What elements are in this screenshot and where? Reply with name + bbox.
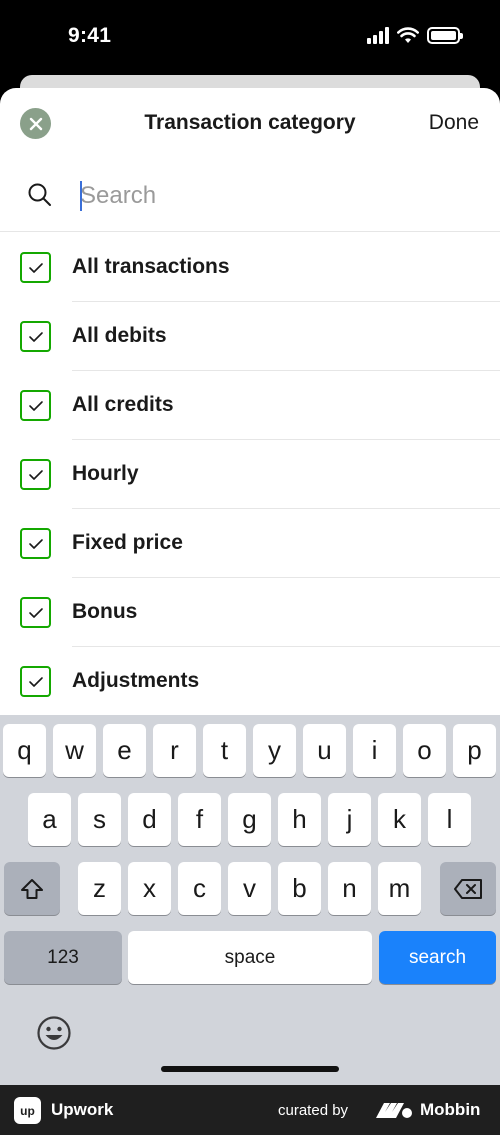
status-bar: 9:41 [0,0,500,75]
sheet-header: Transaction category Done [0,88,500,160]
category-label: All debits [72,324,167,347]
checkmark-icon [28,676,43,687]
key-x[interactable]: x [128,862,171,915]
key-r[interactable]: r [153,724,196,777]
key-u[interactable]: u [303,724,346,777]
checkmark-icon [28,607,43,618]
keyboard: 123 space search qwertyuiop asdfghjkl zxcv… [0,715,500,1085]
key-w[interactable]: w [53,724,96,777]
key-z[interactable]: z [78,862,121,915]
category-label: Hourly [72,462,139,485]
key-a[interactable]: a [28,793,71,846]
category-sheet: Transaction category Done All transactio… [0,88,500,715]
status-time: 9:41 [68,24,112,47]
key-b[interactable]: b [278,862,321,915]
mobbin-logo-icon [376,1103,412,1118]
key-v[interactable]: v [228,862,271,915]
category-item[interactable]: All transactions [0,233,500,302]
search-bar [0,160,500,232]
key-l[interactable]: l [428,793,471,846]
search-key[interactable]: search [379,931,496,984]
category-item[interactable]: Adjustments [0,647,500,715]
category-item[interactable]: Bonus [0,578,500,647]
checkmark-icon [28,262,43,273]
attribution-footer: up Upwork curated by Mobbin [0,1085,500,1135]
checkbox[interactable] [20,252,51,283]
checkbox[interactable] [20,321,51,352]
checkbox[interactable] [20,390,51,421]
key-e[interactable]: e [103,724,146,777]
key-m[interactable]: m [378,862,421,915]
key-s[interactable]: s [78,793,121,846]
home-indicator [161,1066,339,1072]
key-h[interactable]: h [278,793,321,846]
checkbox[interactable] [20,459,51,490]
key-q[interactable]: q [3,724,46,777]
checkmark-icon [28,400,43,411]
checkmark-icon [28,469,43,480]
cellular-signal-icon [367,27,389,44]
category-label: All credits [72,393,174,416]
checkmark-icon [28,538,43,549]
key-j[interactable]: j [328,793,371,846]
brand-name: Mobbin [420,1100,481,1119]
search-icon [28,183,51,206]
wifi-icon [397,27,419,43]
checkbox[interactable] [20,528,51,559]
text-cursor [80,181,82,211]
category-label: Bonus [72,600,138,623]
battery-icon [427,27,463,44]
key-o[interactable]: o [403,724,446,777]
backspace-icon [454,878,482,899]
shift-icon [21,878,43,899]
key-k[interactable]: k [378,793,421,846]
upwork-logo: up [14,1097,41,1124]
numbers-key[interactable]: 123 [4,931,122,984]
category-item[interactable]: All debits [0,302,500,371]
category-item[interactable]: All credits [0,371,500,440]
search-input[interactable] [80,178,480,214]
checkbox[interactable] [20,666,51,697]
category-label: All transactions [72,255,230,278]
curated-by-label: curated by [278,1102,349,1119]
category-item[interactable]: Hourly [0,440,500,509]
key-c[interactable]: c [178,862,221,915]
key-g[interactable]: g [228,793,271,846]
key-y[interactable]: y [253,724,296,777]
key-f[interactable]: f [178,793,221,846]
checkmark-icon [28,331,43,342]
key-n[interactable]: n [328,862,371,915]
key-d[interactable]: d [128,793,171,846]
emoji-icon[interactable] [36,1015,72,1051]
category-label: Adjustments [72,669,200,692]
key-t[interactable]: t [203,724,246,777]
category-item[interactable]: Fixed price [0,509,500,578]
category-list: All transactions All debits All credits Hou… [0,233,500,715]
app-name: Upwork [51,1100,114,1119]
category-label: Fixed price [72,531,183,554]
space-key[interactable]: space [128,931,372,984]
checkbox[interactable] [20,597,51,628]
key-p[interactable]: p [453,724,496,777]
done-button[interactable]: Done [429,111,479,135]
status-icons [367,27,463,44]
delete-key[interactable] [440,862,496,915]
shift-key[interactable] [4,862,60,915]
sheet-title: Transaction category [144,111,356,134]
key-i[interactable]: i [353,724,396,777]
